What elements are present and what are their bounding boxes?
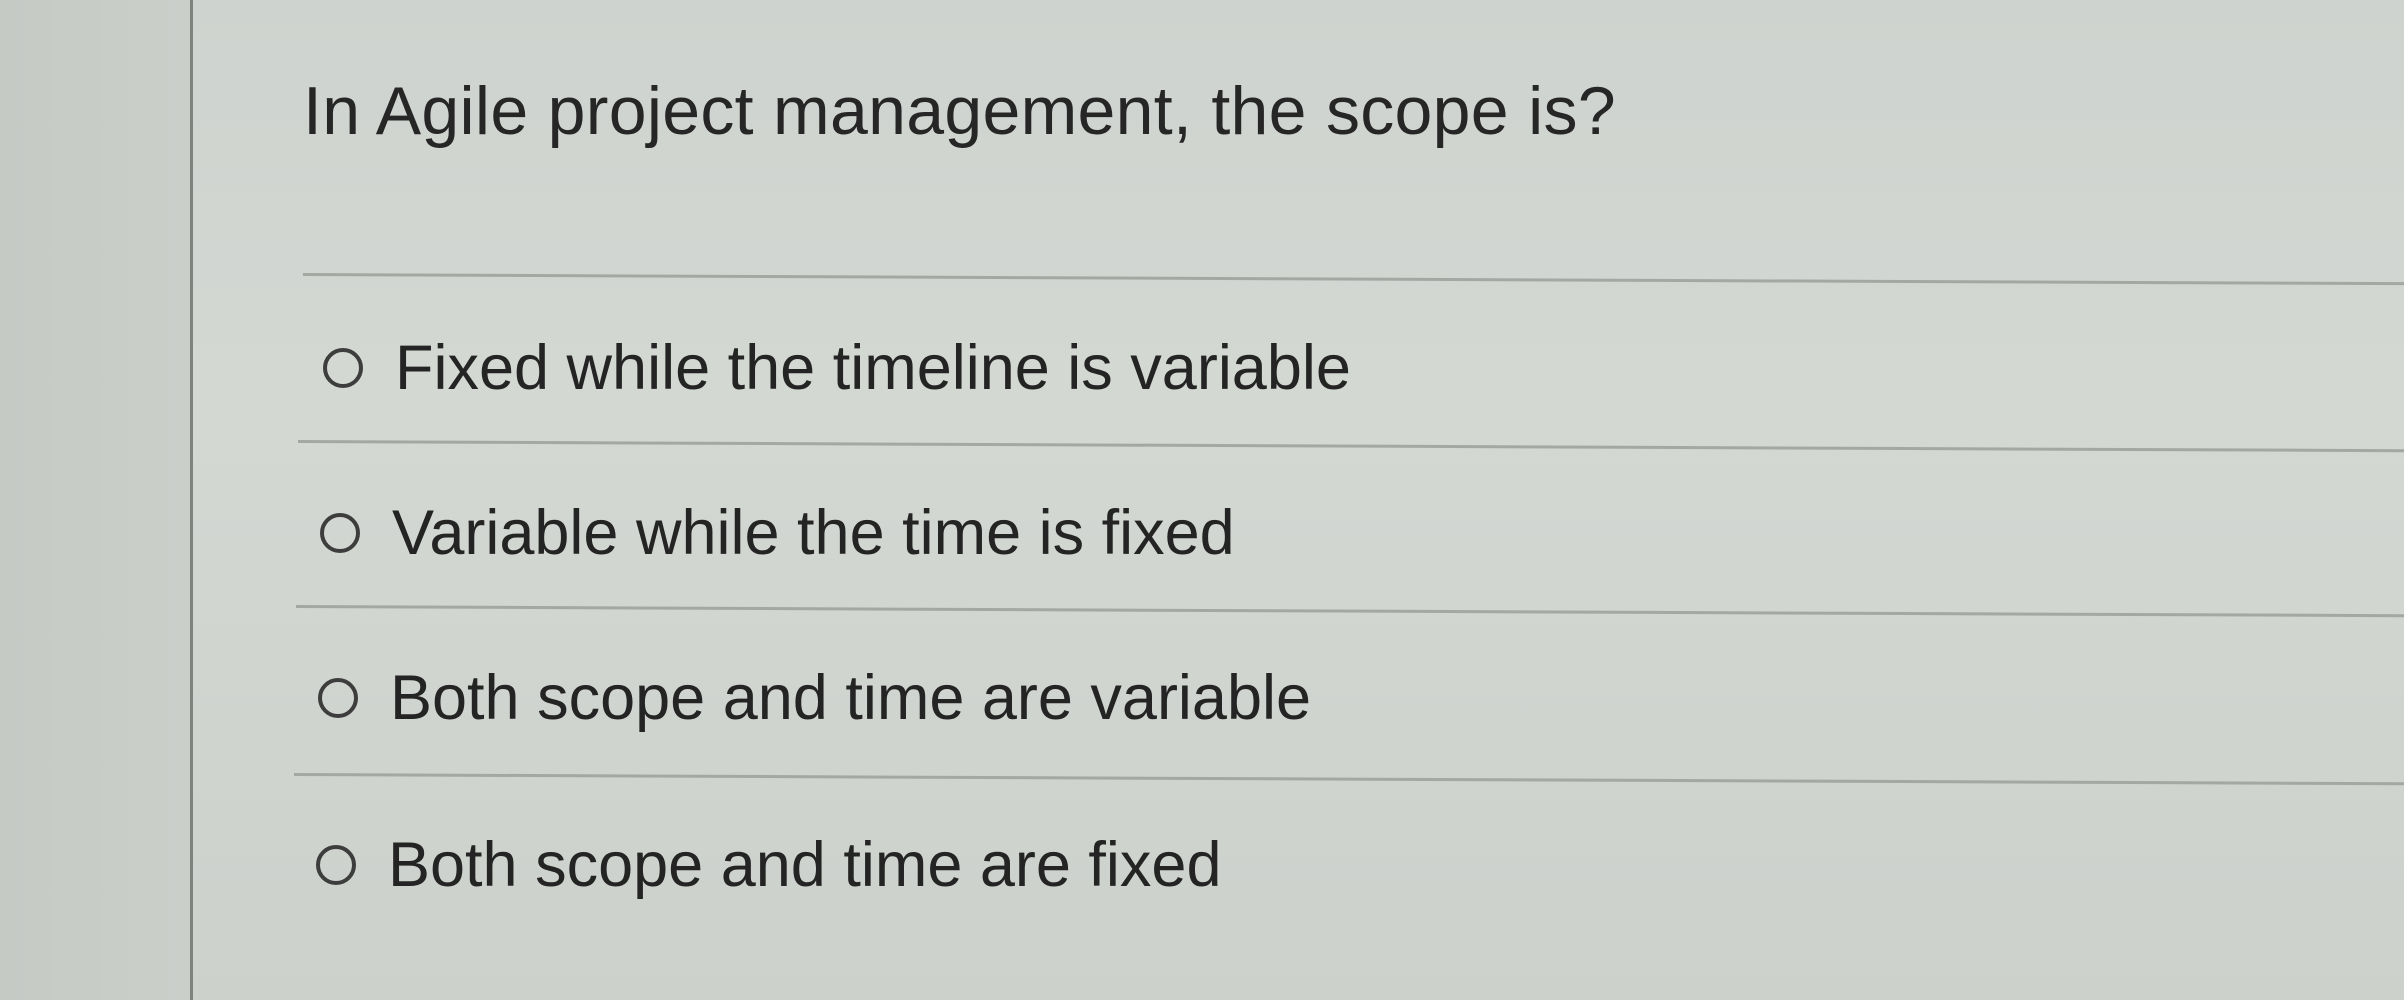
question-text: In Agile project management, the scope i… (303, 73, 1616, 149)
option-label[interactable]: Variable while the time is fixed (392, 497, 1235, 569)
divider (293, 773, 2404, 786)
option-3[interactable]: Both scope and time are variable (318, 662, 1311, 734)
radio-button-icon[interactable] (320, 513, 360, 553)
option-label[interactable]: Both scope and time are variable (390, 662, 1311, 734)
option-label[interactable]: Fixed while the timeline is variable (395, 332, 1351, 404)
divider (302, 273, 2404, 286)
option-1[interactable]: Fixed while the timeline is variable (323, 332, 1351, 404)
margin-edge (190, 0, 193, 1000)
option-2[interactable]: Variable while the time is fixed (320, 497, 1235, 569)
option-4[interactable]: Both scope and time are fixed (316, 829, 1222, 901)
radio-button-icon[interactable] (318, 678, 358, 718)
divider (297, 440, 2404, 453)
radio-button-icon[interactable] (316, 845, 356, 885)
radio-button-icon[interactable] (323, 348, 363, 388)
divider (295, 605, 2404, 618)
option-label[interactable]: Both scope and time are fixed (388, 829, 1222, 901)
left-margin (0, 0, 190, 1000)
